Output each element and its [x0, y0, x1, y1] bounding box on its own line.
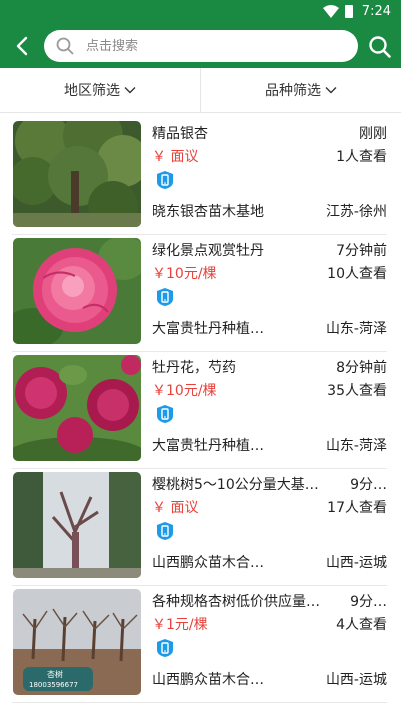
region-filter-label: 地区筛选 — [64, 83, 120, 99]
verified-phone-badge-icon — [157, 639, 173, 657]
listing-title: 樱桃树5～10公分量大基… — [152, 477, 319, 493]
listing-time: 9分… — [350, 594, 387, 610]
listing-views: 10人查看 — [327, 266, 387, 282]
chevron-down-icon — [325, 87, 337, 94]
listing-price: ￥1元/棵 — [152, 617, 208, 633]
listing-views: 4人查看 — [336, 617, 387, 633]
listing-info: 牡丹花，芍药 8分钟前 ￥10元/棵 35人查看 大富贵牡丹种植… 山东-菏泽 — [152, 352, 387, 462]
listing-title: 精品银杏 — [152, 126, 208, 142]
listing-title: 牡丹花，芍药 — [152, 360, 236, 376]
listing-seller: 山西鹏众苗木合… — [152, 555, 264, 571]
divider — [12, 702, 387, 703]
listing-location: 山东-菏泽 — [325, 438, 387, 454]
watermark-phone: 18003596677 — [29, 681, 78, 689]
cherry-tree-photo — [13, 472, 141, 578]
verified-phone-badge-icon — [157, 522, 173, 540]
listing-price: ￥ 面议 — [152, 149, 199, 165]
list-item[interactable]: 樱桃树5～10公分量大基… 9分… ￥ 面议 17人查看 山西鹏众苗木合… 山西… — [0, 469, 401, 586]
listing-time: 刚刚 — [359, 126, 387, 142]
status-time: 7:24 — [361, 4, 391, 19]
variety-filter-label: 品种筛选 — [265, 83, 321, 99]
back-button[interactable] — [8, 32, 36, 60]
listing-views: 17人查看 — [327, 500, 387, 516]
verified-phone-badge-icon — [157, 405, 173, 423]
pink-peony-photo — [13, 238, 141, 344]
listing-location: 江苏-徐州 — [325, 204, 387, 220]
watermark-text: 杏树 — [47, 670, 63, 679]
listing-seller: 晓东银杏苗木基地 — [152, 204, 264, 220]
verified-phone-badge-icon — [157, 288, 173, 306]
listing-location: 山西-运城 — [325, 555, 387, 571]
battery-icon — [345, 5, 353, 18]
listing-location: 山东-菏泽 — [325, 321, 387, 337]
search-icon — [369, 36, 391, 58]
search-button[interactable] — [365, 32, 395, 62]
listing-list: 精品银杏 刚刚 ￥ 面议 1人查看 晓东银杏苗木基地 江苏-徐州 绿化景点观赏牡… — [0, 118, 401, 703]
listing-info: 精品银杏 刚刚 ￥ 面议 1人查看 晓东银杏苗木基地 江苏-徐州 — [152, 118, 387, 228]
listing-title: 各种规格杏树低价供应量… — [152, 594, 320, 610]
list-item[interactable]: 绿化景点观赏牡丹 7分钟前 ￥10元/棵 10人查看 大富贵牡丹种植… 山东-菏… — [0, 235, 401, 352]
top-header — [0, 24, 401, 68]
red-peonies-photo — [13, 355, 141, 461]
listing-price: ￥10元/棵 — [152, 266, 217, 282]
listing-price: ￥ 面议 — [152, 500, 199, 516]
listing-time: 9分… — [350, 477, 387, 493]
listing-views: 1人查看 — [336, 149, 387, 165]
listing-time: 7分钟前 — [336, 243, 387, 259]
listing-title: 绿化景点观赏牡丹 — [152, 243, 264, 259]
ginkgo-tree-photo — [13, 121, 141, 227]
listing-info: 各种规格杏树低价供应量… 9分… ￥1元/棵 4人查看 山西鹏众苗木合… 山西-… — [152, 586, 387, 696]
listing-price: ￥10元/棵 — [152, 383, 217, 399]
list-item[interactable]: 牡丹花，芍药 8分钟前 ￥10元/棵 35人查看 大富贵牡丹种植… 山东-菏泽 — [0, 352, 401, 469]
listing-seller: 大富贵牡丹种植… — [152, 438, 264, 454]
apricot-orchard-photo: 杏树 18003596677 — [13, 589, 141, 695]
search-input[interactable] — [86, 30, 346, 62]
list-item[interactable]: 精品银杏 刚刚 ￥ 面议 1人查看 晓东银杏苗木基地 江苏-徐州 — [0, 118, 401, 235]
back-arrow-icon — [16, 36, 28, 56]
listing-location: 山西-运城 — [325, 672, 387, 688]
search-box[interactable] — [44, 30, 358, 62]
region-filter[interactable]: 地区筛选 — [0, 68, 200, 112]
listing-info: 樱桃树5～10公分量大基… 9分… ￥ 面议 17人查看 山西鹏众苗木合… 山西… — [152, 469, 387, 579]
listing-seller: 山西鹏众苗木合… — [152, 672, 264, 688]
filter-bar: 地区筛选 品种筛选 — [0, 68, 401, 113]
listing-seller: 大富贵牡丹种植… — [152, 321, 264, 337]
list-item[interactable]: 杏树 18003596677 各种规格杏树低价供应量… 9分… ￥1元/棵 4人… — [0, 586, 401, 703]
listing-time: 8分钟前 — [336, 360, 387, 376]
wifi-signal-icon — [323, 5, 339, 18]
chevron-down-icon — [124, 87, 136, 94]
listing-info: 绿化景点观赏牡丹 7分钟前 ￥10元/棵 10人查看 大富贵牡丹种植… 山东-菏… — [152, 235, 387, 345]
listing-views: 35人查看 — [327, 383, 387, 399]
variety-filter[interactable]: 品种筛选 — [200, 68, 401, 112]
search-icon — [56, 37, 74, 55]
verified-phone-badge-icon — [157, 171, 173, 189]
status-bar: 7:24 — [0, 0, 401, 24]
